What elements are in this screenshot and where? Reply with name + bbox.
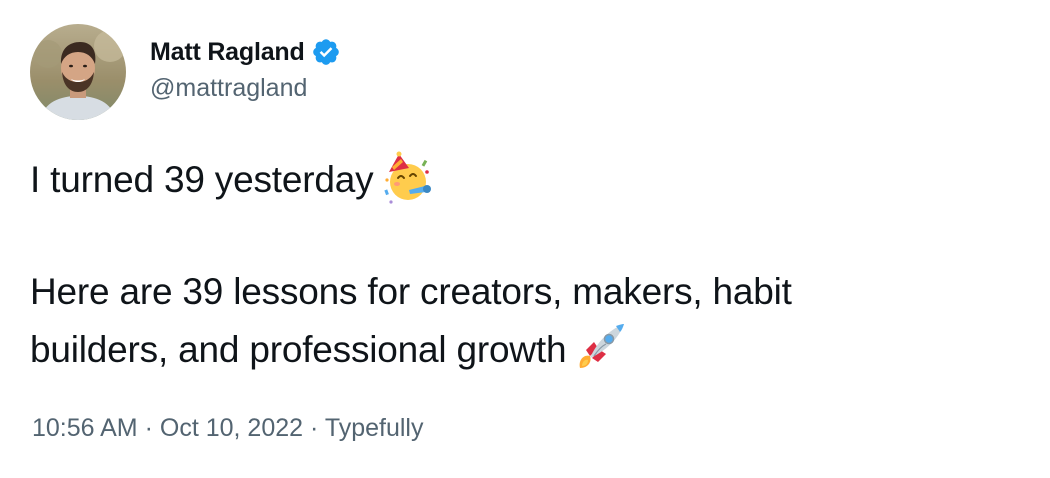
tweet-time[interactable]: 10:56 AM bbox=[32, 414, 138, 442]
display-name[interactable]: Matt Ragland bbox=[150, 36, 305, 68]
author-handle[interactable]: @mattragland bbox=[150, 72, 341, 104]
tweet-text: I turned 39 yesterday Here are 39 lesson… bbox=[30, 150, 1020, 378]
partying-face-icon bbox=[379, 150, 435, 206]
tweet-line-3-text: builders, and professional growth bbox=[30, 329, 567, 370]
avatar-photo-icon bbox=[30, 24, 126, 120]
tweet-header: Matt Ragland @mattragland bbox=[30, 24, 341, 120]
tweet-line-1-text: I turned 39 yesterday bbox=[30, 159, 374, 200]
rocket-icon bbox=[572, 320, 628, 376]
tweet-line-2: Here are 39 lessons for creators, makers… bbox=[30, 271, 792, 312]
meta-separator: · bbox=[144, 414, 153, 442]
name-row: Matt Ragland bbox=[150, 36, 341, 68]
avatar[interactable] bbox=[30, 24, 126, 120]
tweet-source[interactable]: Typefully bbox=[325, 414, 424, 442]
tweet-line-3: builders, and professional growth bbox=[30, 320, 1020, 378]
tweet-card: Matt Ragland @mattragland I turned 39 ye… bbox=[0, 0, 1050, 478]
tweet-date[interactable]: Oct 10, 2022 bbox=[160, 414, 303, 442]
tweet-meta: 10:56 AM · Oct 10, 2022 · Typefully bbox=[32, 412, 423, 444]
author-identity: Matt Ragland @mattragland bbox=[150, 36, 341, 104]
tweet-line-1: I turned 39 yesterday bbox=[30, 150, 1020, 208]
meta-separator: · bbox=[309, 414, 319, 442]
verified-badge-icon bbox=[311, 37, 341, 67]
